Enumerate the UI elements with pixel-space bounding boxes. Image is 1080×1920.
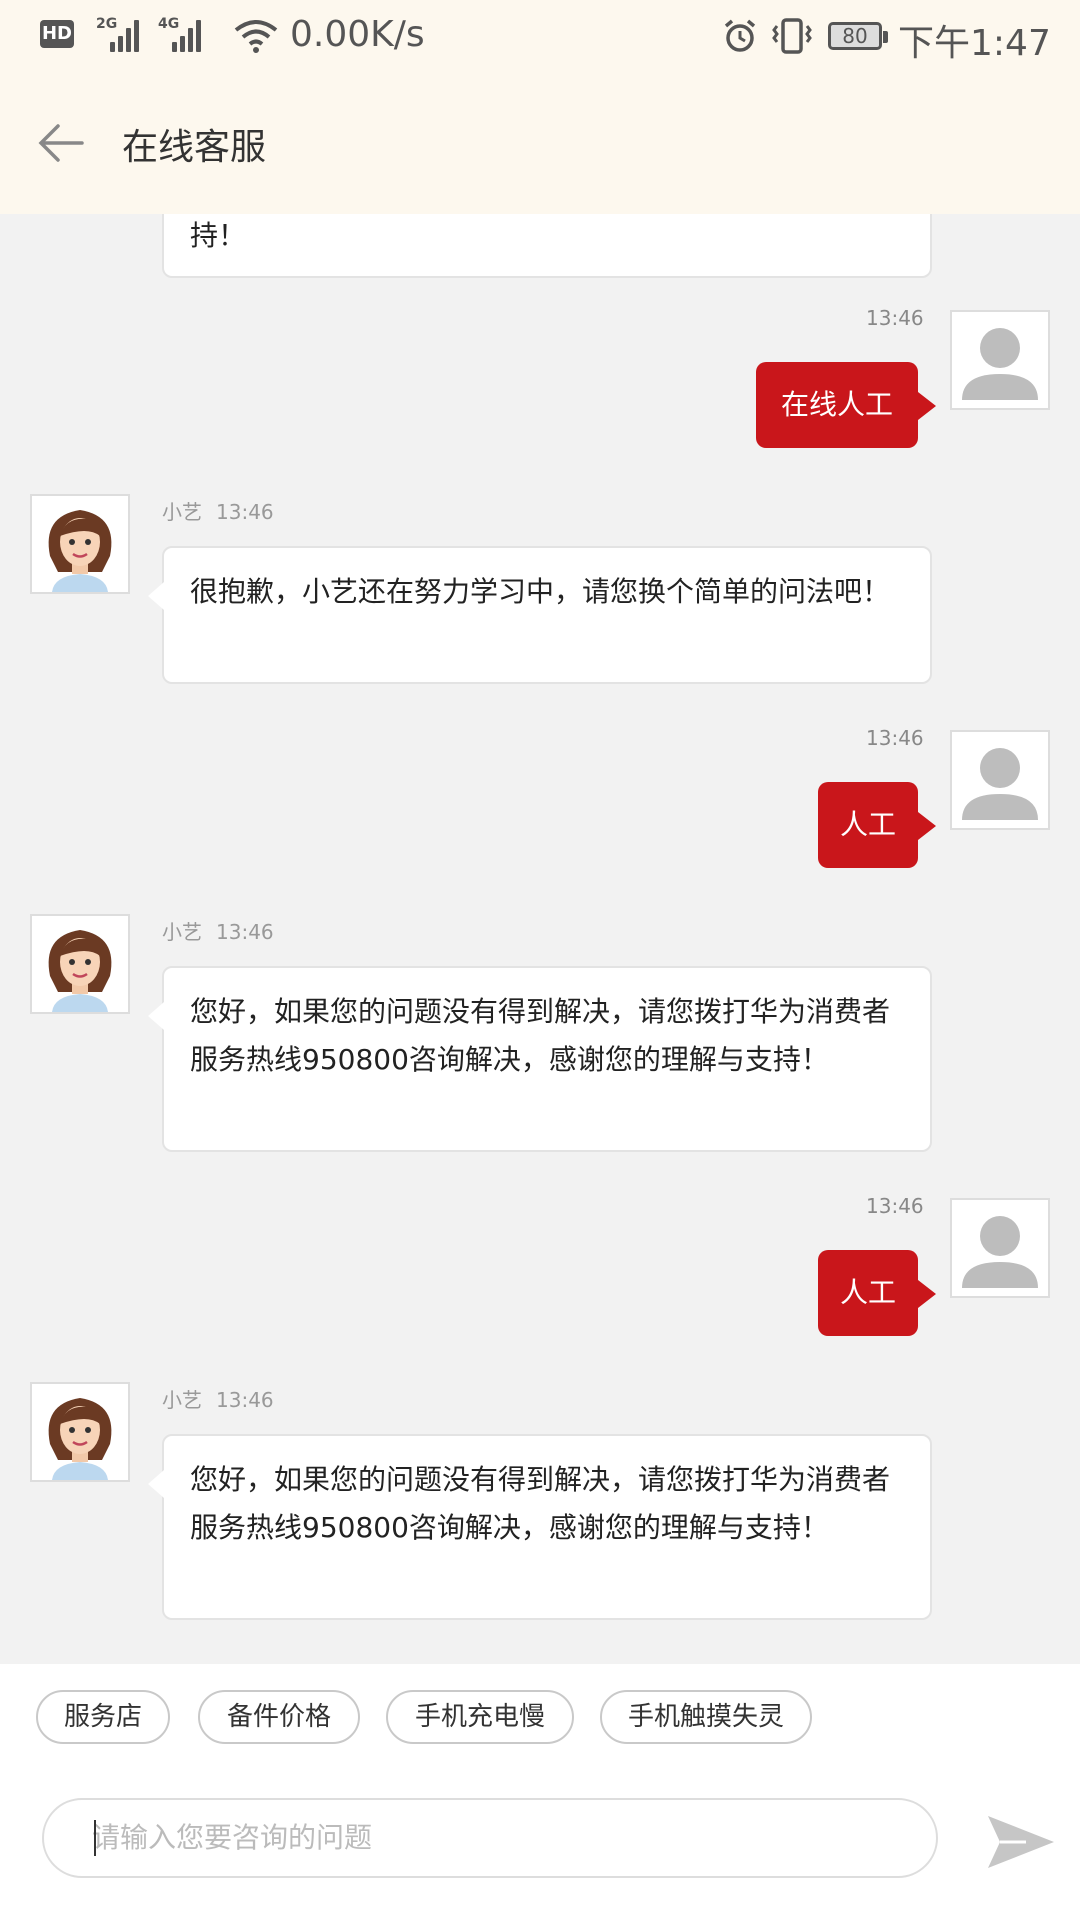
bot-name: 小艺 [162,920,202,944]
quick-reply-service-store[interactable]: 服务店 [36,1690,170,1744]
message-text: 您好，如果您的问题没有得到解决，请您拨打华为消费者服务热线950800咨询解决，… [190,1463,891,1544]
bot-avatar [30,494,130,594]
message-time: 13:46 [866,1194,924,1218]
sim2-network-label: 4G [158,16,180,32]
user-avatar [950,310,1050,410]
user-message-bubble: 在线人工 [756,362,936,448]
wifi-icon [234,20,278,53]
bot-message-bubble: 很抱歉，小艺还在努力学习中，请您换个简单的问法吧！ [148,546,932,684]
alarm-icon [724,19,756,52]
message-time: 13:46 [866,306,924,330]
sim1-network-label: 2G [96,16,118,32]
user-message-bubble: 人工 [818,1250,936,1336]
default-user-avatar-icon [962,748,1038,820]
bot-avatar [30,914,130,1014]
status-bar: HD 2G 4G 0.00K/s 80 下午1:47 [0,0,1080,78]
bot-message-bubble: 您好，如果您的问题没有得到解决，请您拨打华为消费者服务热线950800咨询解决，… [148,1434,932,1620]
bot-message-bubble: 您好，如果您的问题没有得到解决，请您拨打华为消费者服务热线950800咨询解决，… [148,966,932,1152]
bot-name: 小艺 [162,1388,202,1412]
status-clock: 下午1:47 [898,23,1051,64]
xiaoyi-avatar-icon [48,510,112,592]
text-caret [94,1820,96,1856]
message-time: 13:46 [216,1388,274,1412]
message-text: 很抱歉，小艺还在努力学习中，请您换个简单的问法吧！ [190,575,891,608]
user-avatar [950,730,1050,830]
vibrate-icon [772,18,812,54]
bottom-panel: 服务店 备件价格 手机充电慢 手机触摸失灵 请输入您要咨询的问题 [0,1664,1080,1920]
bot-name: 小艺 [162,500,202,524]
send-icon[interactable] [986,1812,1056,1872]
message-text: 人工 [839,1276,896,1309]
battery-indicator: 80 [828,22,888,50]
bot-message-meta: 小艺 13:46 [162,1384,288,1413]
message-text: 人工 [839,808,896,841]
network-speed: 0.00K/s [290,14,425,55]
quick-reply-parts-price[interactable]: 备件价格 [198,1690,360,1744]
quick-reply-slow-charging[interactable]: 手机充电慢 [386,1690,574,1744]
message-time: 13:46 [866,726,924,750]
user-avatar [950,1198,1050,1298]
bot-message-bubble: 持！ [162,214,932,278]
arrow-left-icon[interactable] [36,118,86,168]
bot-avatar [30,1382,130,1482]
message-text: 持！ [190,219,247,252]
page-title: 在线客服 [122,127,267,168]
message-time: 13:46 [216,500,274,524]
hd-voice-icon: HD [40,20,74,48]
input-placeholder: 请输入您要咨询的问题 [92,1821,373,1854]
quick-reply-touch-failure[interactable]: 手机触摸失灵 [600,1690,812,1744]
bot-message-meta: 小艺 13:46 [162,496,288,525]
bot-message-meta: 小艺 13:46 [162,916,288,945]
signal-2g-icon: 2G [96,16,139,54]
xiaoyi-avatar-icon [48,930,112,1012]
chat-messages[interactable]: 持！ 13:46 在线人工 小艺 13:46 很抱歉，小艺还在努力学习中，请您换个… [0,214,1080,1664]
app-header: 在线客服 [0,78,1080,214]
xiaoyi-avatar-icon [48,1398,112,1480]
message-text: 您好，如果您的问题没有得到解决，请您拨打华为消费者服务热线950800咨询解决，… [190,995,891,1076]
question-input[interactable]: 请输入您要咨询的问题 [42,1798,938,1878]
signal-4g-icon: 4G [158,16,201,54]
default-user-avatar-icon [962,1216,1038,1288]
message-text: 在线人工 [780,388,893,421]
user-message-bubble: 人工 [818,782,936,868]
message-time: 13:46 [216,920,274,944]
default-user-avatar-icon [962,328,1038,400]
